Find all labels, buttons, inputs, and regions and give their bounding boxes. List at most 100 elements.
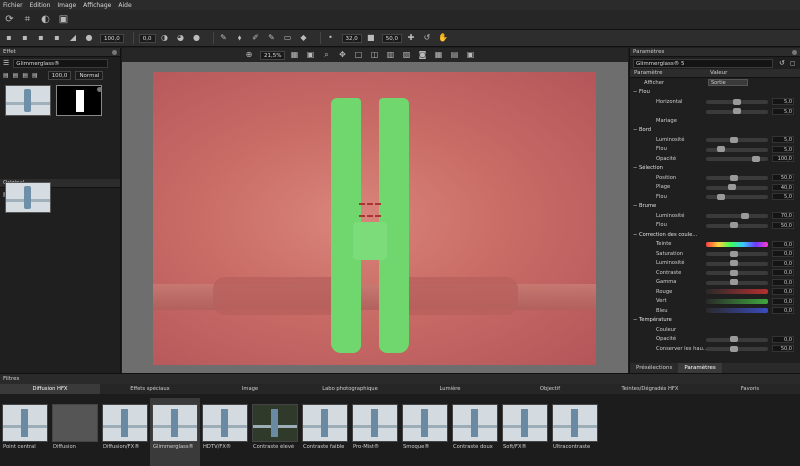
list-icon[interactable]: ☰ [3, 59, 9, 67]
menu-aide[interactable]: Aide [118, 2, 131, 9]
effect-preset-field[interactable]: Glimmerglass® [13, 58, 109, 68]
param-value[interactable]: 0,0 [772, 297, 794, 305]
param-slider[interactable] [706, 279, 768, 285]
sphere-icon[interactable]: ● [192, 33, 202, 43]
param-label[interactable]: − Brume [633, 203, 656, 209]
fit-screen-icon[interactable]: ▦ [289, 50, 299, 60]
filter-category-tab[interactable]: Objectif [500, 384, 600, 394]
slider-knob[interactable] [751, 155, 760, 162]
param-slider[interactable] [706, 146, 768, 152]
move-icon[interactable]: ✥ [337, 50, 347, 60]
hand-icon[interactable]: ✋ [438, 33, 448, 43]
param-label[interactable]: − Flou [633, 89, 650, 95]
globe-icon[interactable]: ◕ [176, 33, 186, 43]
tab-presets[interactable]: Présélections [630, 363, 678, 373]
param-value[interactable]: 70,0 [772, 212, 794, 220]
blend-mode-select[interactable]: Normal [75, 70, 104, 80]
mask-icon[interactable]: ▤ [13, 72, 19, 79]
settings-icon[interactable]: ▣ [465, 50, 475, 60]
color-slider[interactable] [706, 308, 768, 313]
param-value[interactable]: 5,0 [772, 98, 794, 106]
brush-icon[interactable]: ✎ [219, 33, 229, 43]
mask-thumbnail[interactable] [56, 85, 102, 116]
slider-knob[interactable] [730, 269, 739, 276]
new-layer-icon[interactable]: ▪ [4, 33, 14, 43]
slider-knob[interactable] [730, 174, 739, 181]
filter-category-tab[interactable]: Image [200, 384, 300, 394]
copy-icon[interactable]: ▪ [36, 33, 46, 43]
param-label[interactable]: − Correction des coule... [633, 232, 697, 238]
view-side-icon[interactable]: ▥ [385, 50, 395, 60]
slider-knob[interactable] [730, 260, 739, 266]
slider-knob[interactable] [733, 98, 741, 105]
blend-icon[interactable]: ▤ [22, 72, 28, 79]
filter-item[interactable]: Contraste doux [450, 398, 500, 466]
param-value[interactable]: 5,0 [772, 193, 794, 201]
compare-icon[interactable]: ◐ [40, 14, 51, 25]
close-icon[interactable] [792, 50, 797, 55]
filter-item[interactable]: Pro-Mist® [350, 398, 400, 466]
param-value[interactable]: 0,0 [772, 307, 794, 315]
square-icon[interactable]: ■ [366, 33, 376, 43]
histogram-icon[interactable]: ▤ [449, 50, 459, 60]
menu-icon[interactable]: ▢ [790, 60, 796, 67]
remove-layer-icon[interactable] [97, 87, 102, 92]
layer-icon[interactable]: ▤ [3, 72, 9, 79]
tab-parameters[interactable]: Paramètres [678, 363, 722, 373]
slider-knob[interactable] [730, 336, 739, 342]
slider-knob[interactable] [733, 108, 741, 114]
param-value[interactable]: 50,0 [772, 221, 794, 229]
dot-icon[interactable]: • [326, 33, 336, 43]
brush2-icon[interactable]: ✎ [267, 33, 277, 43]
param-slider[interactable] [706, 336, 768, 342]
param-slider[interactable] [706, 184, 768, 190]
slider-knob[interactable] [727, 184, 736, 190]
param-slider[interactable] [706, 155, 768, 162]
filter-category-tab[interactable]: Lumière [400, 384, 500, 394]
filter-item[interactable]: Point central [0, 398, 50, 466]
filter-category-tab[interactable]: Teintes/Dégradés HFX [600, 384, 700, 394]
param-slider[interactable] [706, 250, 768, 257]
slider-knob[interactable] [730, 250, 739, 257]
reset-icon[interactable]: ↺ [422, 33, 432, 43]
pen-icon[interactable]: ✐ [251, 33, 261, 43]
color-slider[interactable] [706, 298, 768, 304]
view-mask-icon[interactable]: ▧ [401, 50, 411, 60]
circle-icon[interactable]: ● [84, 33, 94, 43]
param-value[interactable]: 0,0 [772, 259, 794, 267]
filter-item[interactable]: Ultracontraste [550, 398, 600, 466]
filter-category-tab[interactable]: Diffusion HFX [0, 384, 100, 394]
gradient-icon[interactable]: ◢ [68, 33, 78, 43]
param-value[interactable]: 5,0 [772, 136, 794, 144]
filter-item[interactable]: Diffusion [50, 398, 100, 466]
param-value[interactable]: 5,0 [772, 107, 794, 115]
refresh-icon[interactable]: ⟳ [4, 14, 15, 25]
param-value[interactable]: 50,0 [772, 345, 794, 353]
param-value[interactable]: 0,0 [772, 240, 794, 248]
param-slider[interactable] [706, 174, 768, 181]
close-icon[interactable] [112, 50, 117, 55]
filter-item[interactable]: Smoque® [400, 398, 450, 466]
color-slider[interactable] [706, 289, 768, 294]
param-slider[interactable] [706, 260, 768, 266]
param-label[interactable]: − Température [633, 317, 672, 323]
slider-knob[interactable] [716, 193, 725, 200]
slider-knob[interactable] [741, 212, 750, 219]
drop-icon[interactable]: ◆ [299, 33, 309, 43]
slider-knob[interactable] [730, 345, 739, 352]
param-slider[interactable] [706, 98, 768, 105]
param-slider[interactable] [706, 222, 768, 228]
param-slider[interactable] [706, 193, 768, 200]
slider-knob[interactable] [730, 136, 739, 143]
wrench-icon[interactable]: ✚ [406, 33, 416, 43]
param-value[interactable]: 40,0 [772, 183, 794, 191]
menu-edition[interactable]: Edition [30, 2, 51, 9]
view-single-icon[interactable]: □ [353, 50, 363, 60]
eraser-icon[interactable]: ▭ [283, 33, 293, 43]
menu-fichier[interactable]: Fichier [3, 2, 23, 9]
filter-item[interactable]: Glimmerglass® [150, 398, 200, 466]
grid-icon[interactable]: ▦ [433, 50, 443, 60]
brush-hardness-field[interactable]: 50,0 [381, 33, 402, 43]
param-value[interactable]: 0,0 [772, 335, 794, 343]
filter-item[interactable]: Contraste faible [300, 398, 350, 466]
